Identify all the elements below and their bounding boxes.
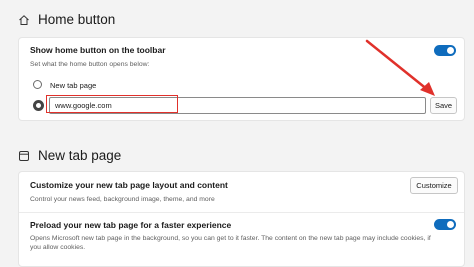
- url-highlight-box: [46, 95, 178, 113]
- new-tab-page-section-title: New tab page: [18, 148, 121, 163]
- annotation-arrow-icon: [365, 39, 435, 96]
- new-tab-page-radio[interactable]: [33, 80, 42, 89]
- customize-description: Control your news feed, background image…: [30, 196, 215, 203]
- new-tab-icon: [18, 150, 30, 162]
- row-divider: [19, 212, 464, 213]
- preload-title: Preload your new tab page for a faster e…: [30, 220, 232, 230]
- home-button-section-title: Home button: [18, 12, 115, 27]
- custom-url-radio[interactable]: [33, 100, 44, 111]
- section-title-text: New tab page: [38, 148, 122, 163]
- new-tab-page-option-label: New tab page: [50, 81, 97, 90]
- preload-toggle[interactable]: [434, 219, 456, 230]
- preload-description: Opens Microsoft new tab page in the back…: [30, 235, 431, 252]
- customize-title: Customize your new tab page layout and c…: [30, 180, 228, 190]
- show-home-button-label: Show home button on the toolbar: [30, 45, 166, 55]
- home-icon: [18, 14, 30, 26]
- show-home-button-description: Set what the home button opens below:: [30, 61, 150, 68]
- section-title-text: Home button: [38, 12, 116, 27]
- new-tab-page-card: Customize your new tab page layout and c…: [18, 171, 465, 267]
- customize-button[interactable]: Customize: [410, 177, 458, 194]
